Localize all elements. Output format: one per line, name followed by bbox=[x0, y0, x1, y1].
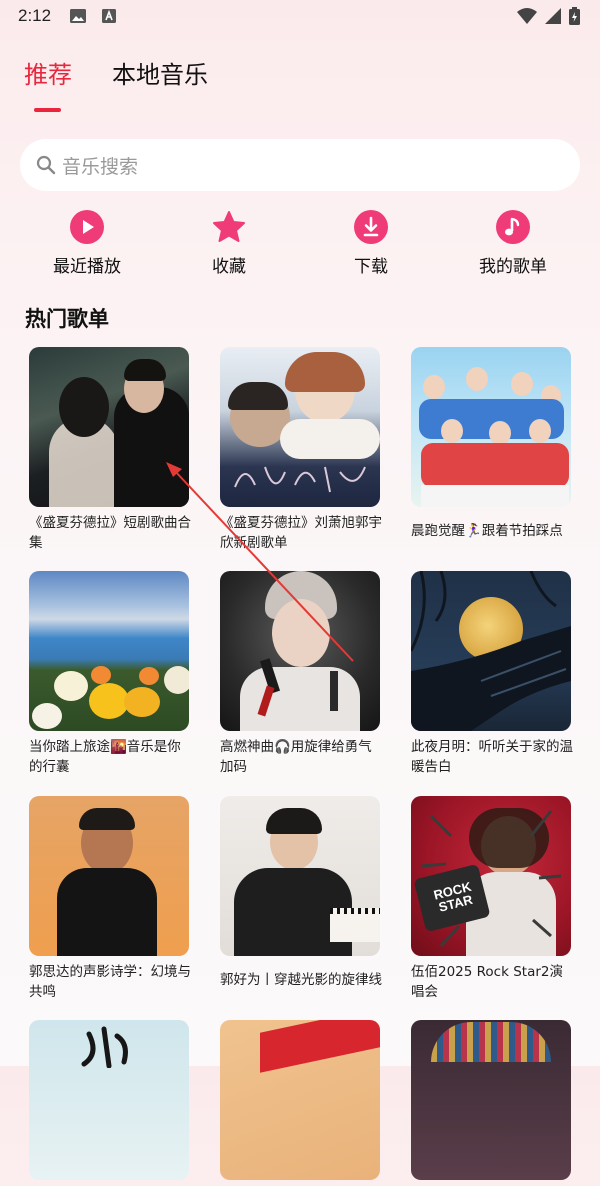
image-notification-icon bbox=[70, 9, 86, 23]
playlist-cover bbox=[411, 571, 571, 731]
my-playlists-button[interactable]: 我的歌单 bbox=[453, 210, 573, 277]
playlist-title: 郭思达的声影诗学：幻境与共鸣 bbox=[29, 964, 191, 1000]
playlist-card[interactable]: 郭思达的声影诗学：幻境与共鸣 bbox=[29, 796, 191, 1002]
playlist-card[interactable] bbox=[220, 1020, 382, 1186]
wifi-icon bbox=[517, 8, 537, 24]
playlist-card[interactable]: 此夜月明：听听关于家的温暖告白 bbox=[411, 571, 573, 777]
download-icon bbox=[354, 210, 388, 244]
tab-recommend[interactable]: 推荐 bbox=[24, 55, 72, 90]
star-icon bbox=[212, 210, 246, 244]
active-tab-indicator bbox=[34, 108, 61, 112]
playlist-title: 伍佰2025 Rock Star2演唱会 bbox=[411, 964, 563, 1000]
playlist-title: 当你踏上旅途🌇音乐是你的行囊 bbox=[29, 739, 181, 775]
music-note-icon bbox=[496, 210, 530, 244]
hot-playlists-title: 热门歌单 bbox=[25, 307, 109, 331]
playlist-card[interactable]: ROCK STAR 伍佰2025 Rock Star2演唱会 bbox=[411, 796, 573, 1002]
search-bar[interactable]: 音乐搜索 bbox=[20, 139, 580, 191]
playlist-cover bbox=[29, 347, 189, 507]
download-label: 下载 bbox=[354, 257, 388, 277]
search-icon bbox=[36, 155, 56, 175]
playlist-cover bbox=[29, 571, 189, 731]
playlist-cover bbox=[411, 1020, 571, 1180]
playlist-card[interactable] bbox=[411, 1020, 573, 1186]
playlist-card[interactable]: 郭好为丨穿越光影的旋律线 bbox=[220, 796, 382, 990]
favorites-label: 收藏 bbox=[212, 257, 246, 277]
playlist-card[interactable]: 《盛夏芬德拉》刘萧旭郭宇欣新剧歌单 bbox=[220, 347, 382, 553]
playlist-title: 晨跑觉醒🏃‍♀️跟着节拍踩点 bbox=[411, 523, 563, 539]
tab-local-music[interactable]: 本地音乐 bbox=[112, 55, 208, 90]
playlist-cover bbox=[29, 1020, 189, 1180]
playlist-cover bbox=[220, 1020, 380, 1180]
playlist-title: 此夜月明：听听关于家的温暖告白 bbox=[411, 739, 573, 775]
playlist-cover bbox=[29, 796, 189, 956]
playlist-card[interactable]: 《盛夏芬德拉》短剧歌曲合集 bbox=[29, 347, 191, 553]
cellular-signal-icon bbox=[545, 8, 561, 24]
playlist-title: 郭好为丨穿越光影的旋律线 bbox=[220, 972, 382, 988]
playlist-card[interactable]: 当你踏上旅途🌇音乐是你的行囊 bbox=[29, 571, 191, 777]
playlist-cover bbox=[411, 347, 571, 507]
a-notification-icon bbox=[102, 9, 116, 23]
my-playlists-label: 我的歌单 bbox=[479, 257, 547, 277]
playlist-title: 《盛夏芬德拉》短剧歌曲合集 bbox=[29, 515, 191, 551]
play-icon bbox=[70, 210, 104, 244]
playlist-title: 高燃神曲🎧用旋律给勇气加码 bbox=[220, 739, 372, 775]
playlist-title: 《盛夏芬德拉》刘萧旭郭宇欣新剧歌单 bbox=[220, 515, 382, 551]
playlist-card[interactable]: 高燃神曲🎧用旋律给勇气加码 bbox=[220, 571, 382, 777]
shortcut-row: 最近播放 收藏 下载 我的歌单 bbox=[0, 210, 600, 280]
battery-icon bbox=[569, 7, 580, 25]
recent-play-label: 最近播放 bbox=[53, 257, 121, 277]
playlist-cover bbox=[220, 571, 380, 731]
status-time: 2:12 bbox=[18, 6, 52, 25]
playlist-cover bbox=[220, 796, 380, 956]
download-button[interactable]: 下载 bbox=[311, 210, 431, 277]
playlist-cover: ROCK STAR bbox=[411, 796, 571, 956]
playlist-card[interactable]: 晨跑觉醒🏃‍♀️跟着节拍踩点 bbox=[411, 347, 573, 541]
search-placeholder: 音乐搜索 bbox=[62, 155, 139, 178]
status-bar: 2:12 bbox=[0, 0, 600, 34]
recent-play-button[interactable]: 最近播放 bbox=[27, 210, 147, 277]
playlist-card[interactable] bbox=[29, 1020, 191, 1186]
favorites-button[interactable]: 收藏 bbox=[169, 210, 289, 277]
playlist-cover bbox=[220, 347, 380, 507]
